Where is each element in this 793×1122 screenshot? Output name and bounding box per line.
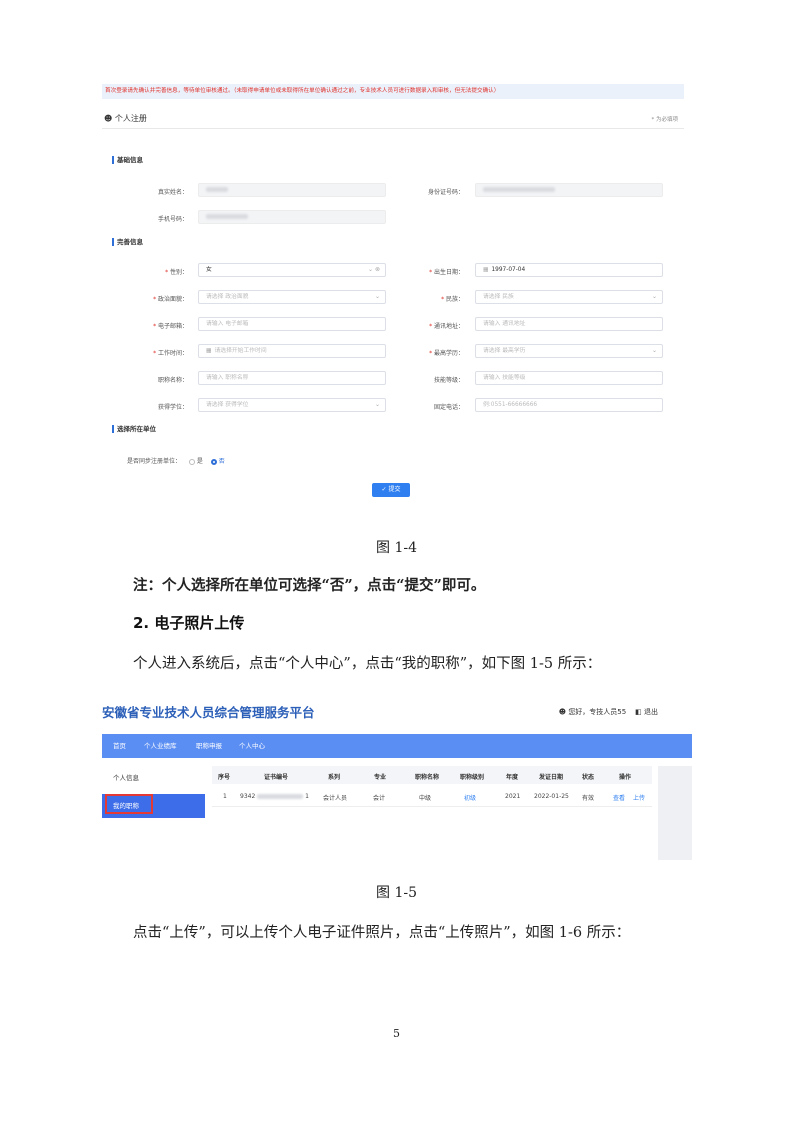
- cell-title-name: 中级: [419, 795, 432, 802]
- cell-title-level: 初级: [464, 795, 477, 802]
- radio-yes-label: 是: [196, 458, 203, 465]
- chevron-down-icon: ⌄ ⊗: [368, 266, 380, 273]
- page-number: 5: [393, 1027, 400, 1040]
- section-select-unit: 选择所在单位: [112, 425, 156, 433]
- title-input[interactable]: 请输入 职称名称: [198, 371, 386, 385]
- chevron-down-icon: ⌄: [374, 293, 380, 300]
- top-navbar: 首页 个人业绩库 职称申报 个人中心: [102, 734, 692, 758]
- label-nation: * 民族：: [441, 296, 464, 303]
- section-heading-photo-upload: 2. 电子照片上传: [133, 614, 245, 632]
- label-id-number: 身份证号码：: [427, 189, 464, 196]
- notice-bar: 首次登录请先确认并完善信息，等待单位审核通过。（未取得申请单位或未取得所在单位确…: [102, 84, 684, 99]
- cell-cert-no: 9342 1: [240, 793, 309, 800]
- nav-personal-center[interactable]: 个人中心: [239, 734, 265, 758]
- work-time-input[interactable]: ▦ 请选择开始工作时间: [198, 344, 386, 358]
- label-gender: * 性别：: [165, 269, 188, 276]
- sync-unit-label: 是否同步注册单位：: [127, 458, 182, 465]
- content-gutter: [658, 766, 692, 860]
- label-email: * 电子邮箱：: [153, 323, 188, 330]
- label-fixed-phone: 固定电话：: [433, 404, 464, 411]
- sidebar-item-personal-info[interactable]: 个人信息: [102, 766, 205, 790]
- user-icon: ☻: [104, 114, 113, 123]
- cell-no: 1: [223, 793, 227, 800]
- required-hint: * 为必填项: [651, 117, 679, 123]
- col-status: 状态: [582, 774, 595, 781]
- col-no: 序号: [218, 774, 231, 781]
- platform-screenshot: 安徽省专业技术人员综合管理服务平台 ☻ 您好，专技人员55 ◧ 退出 首页 个人…: [102, 700, 692, 860]
- nav-home[interactable]: 首页: [113, 734, 126, 758]
- sync-unit-row: 是否同步注册单位： 是 否: [127, 456, 225, 465]
- political-select[interactable]: 请选择 政治面貌 ⌄: [198, 290, 386, 304]
- nav-performance[interactable]: 个人业绩库: [144, 734, 177, 758]
- check-icon: ✓: [381, 486, 387, 493]
- col-year: 年度: [506, 774, 519, 781]
- email-input[interactable]: 请输入 电子邮箱: [198, 317, 386, 331]
- section-basic-info: 基础信息: [112, 156, 143, 164]
- upload-link[interactable]: 上传: [633, 793, 645, 802]
- caption-fig-1-5: 图 1-5: [376, 885, 417, 901]
- section-complete-info: 完善信息: [112, 238, 143, 246]
- radio-yes[interactable]: [188, 458, 195, 465]
- col-title-name: 职称名称: [415, 774, 440, 781]
- logout-icon: ◧: [635, 708, 642, 716]
- calendar-icon: ▦: [483, 267, 489, 273]
- chevron-down-icon: ⌄: [651, 347, 657, 354]
- degree-select[interactable]: 请选择 获得学位 ⌄: [198, 398, 386, 412]
- cell-major: 会计: [373, 795, 386, 802]
- fixed-phone-input[interactable]: 例:0551-66666666: [475, 398, 663, 412]
- registration-form-screenshot: 首次登录请先确认并完善信息，等待单位审核通过。（未取得申请单位或未取得所在单位确…: [102, 84, 684, 504]
- gender-select[interactable]: 女 ⌄ ⊗: [198, 263, 386, 277]
- real-name-input[interactable]: [198, 183, 386, 197]
- label-birth: * 出生日期：: [429, 269, 464, 276]
- education-select[interactable]: 请选择 最高学历 ⌄: [475, 344, 663, 358]
- registration-title: ☻ 个人注册: [104, 114, 147, 123]
- label-skill: 技能等级：: [433, 377, 464, 384]
- address-input[interactable]: 请输入 通讯地址: [475, 317, 663, 331]
- row-divider: [212, 806, 652, 807]
- instruction-text-2: 点击“上传”，可以上传个人电子证件照片，点击“上传照片”，如图 1-6 所示：: [133, 925, 631, 941]
- cell-issue-date: 2022-01-25: [534, 793, 569, 800]
- chevron-down-icon: ⌄: [374, 401, 380, 408]
- phone-input[interactable]: [198, 210, 386, 224]
- label-degree: 获得学位：: [157, 404, 188, 411]
- birth-date-input[interactable]: ▦ 1997-07-04: [475, 263, 663, 277]
- submit-button[interactable]: ✓ 提交: [372, 483, 410, 497]
- calendar-icon: ▦: [206, 348, 212, 354]
- col-issue-date: 发证日期: [539, 774, 564, 781]
- id-number-input[interactable]: [475, 183, 663, 197]
- col-series: 系列: [328, 774, 341, 781]
- skill-input[interactable]: 请输入 技能等级: [475, 371, 663, 385]
- logout-link[interactable]: 退出: [644, 708, 658, 716]
- note-text: 注：个人选择所在单位可选择“否”，点击“提交”即可。: [133, 577, 486, 594]
- radio-no[interactable]: [210, 458, 217, 465]
- user-icon: ☻: [558, 708, 567, 716]
- greeting-text: 您好，专技人员55: [568, 708, 627, 716]
- col-action: 操作: [619, 774, 632, 781]
- label-address: * 通讯地址：: [429, 323, 464, 330]
- label-political: * 政治面貌：: [153, 296, 188, 303]
- highlight-box: [105, 794, 153, 814]
- instruction-text-1: 个人进入系统后，点击“个人中心”，点击“我的职称”，如下图 1-5 所示：: [133, 656, 602, 672]
- cell-year: 2021: [505, 793, 521, 800]
- nation-select[interactable]: 请选择 民族 ⌄: [475, 290, 663, 304]
- chevron-down-icon: ⌄: [651, 293, 657, 300]
- col-cert-no: 证书编号: [264, 774, 289, 781]
- label-title: 职称名称：: [157, 377, 188, 384]
- radio-no-label: 否: [218, 458, 225, 465]
- caption-fig-1-4: 图 1-4: [376, 540, 417, 556]
- col-major: 专业: [374, 774, 387, 781]
- nav-title-apply[interactable]: 职称申报: [196, 734, 222, 758]
- col-title-level: 职称级别: [460, 774, 485, 781]
- view-link[interactable]: 查看: [613, 793, 625, 802]
- registration-header: ☻ 个人注册 * 为必填项: [102, 110, 684, 129]
- user-area: ☻ 您好，专技人员55 ◧ 退出: [559, 707, 658, 717]
- cell-series: 会计人员: [323, 795, 348, 802]
- label-education: * 最高学历：: [429, 350, 464, 357]
- platform-title: 安徽省专业技术人员综合管理服务平台: [102, 705, 315, 720]
- cell-status: 有效: [582, 795, 595, 802]
- label-real-name: 真实姓名：: [157, 189, 188, 196]
- label-work-time: * 工作时间：: [153, 350, 188, 357]
- label-phone: 手机号码：: [157, 216, 188, 223]
- titles-table: 序号 证书编号 系列 专业 职称名称 职称级别 年度 发证日期 状态 操作 1 …: [212, 766, 652, 860]
